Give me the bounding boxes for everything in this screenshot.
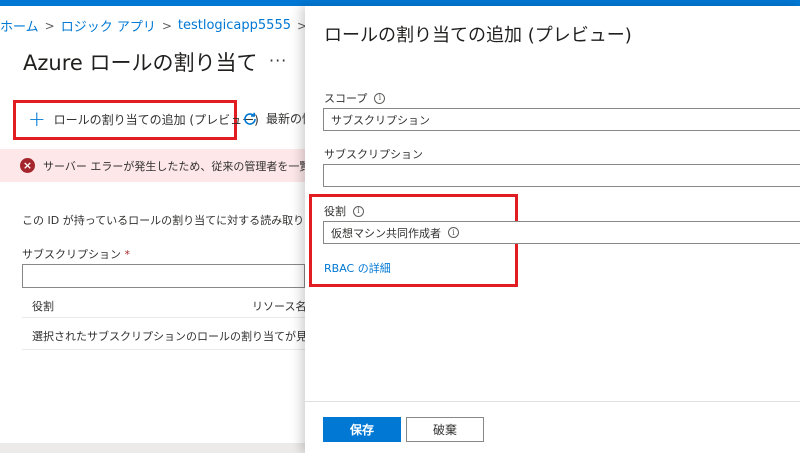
footer-divider <box>305 401 800 402</box>
save-button[interactable]: 保存 <box>323 417 401 442</box>
info-icon[interactable]: i <box>374 92 386 104</box>
panel-title: ロールの割り当ての追加 (プレビュー) <box>324 25 632 46</box>
add-role-assignment-button[interactable]: + ロールの割り当ての追加 (プレビュー) <box>28 107 259 131</box>
more-options-icon[interactable]: ··· <box>269 51 287 70</box>
empty-table-message: 選択されたサブスクリプションのロールの割り当てが見つかりませんでした <box>32 330 305 343</box>
subscription-label-text: サブスクリプション <box>22 248 121 261</box>
breadcrumb-home[interactable]: ホーム <box>0 16 39 35</box>
refresh-icon <box>244 112 256 125</box>
plus-icon: + <box>28 107 46 131</box>
horizontal-scrollbar[interactable] <box>0 443 305 453</box>
subscription-label: サブスクリプション * <box>22 246 130 262</box>
role-value: 仮想マシン共同作成者 <box>331 226 441 240</box>
breadcrumb-separator-icon: > <box>44 18 55 33</box>
breadcrumb: ホーム > ロジック アプリ > testlogicapp5555 > <box>0 16 313 35</box>
breadcrumb-separator-icon: > <box>161 18 172 33</box>
add-role-assignment-label: ロールの割り当ての追加 (プレビュー) <box>53 112 259 127</box>
description-text: この ID が持っているロールの割り当てに対する読み取りアクセス許可 <box>22 214 305 227</box>
scope-value: サブスクリプション <box>331 113 430 127</box>
error-notification-bar: × サーバー エラーが発生したため、従来の管理者を一覧表示できませんでした。 <box>0 149 305 182</box>
info-icon[interactable]: i <box>448 227 459 238</box>
breadcrumb-logic-apps[interactable]: ロジック アプリ <box>61 16 156 35</box>
scope-label: スコープ i <box>324 90 386 106</box>
role-dropdown[interactable]: 仮想マシン共同作成者 i <box>323 221 800 244</box>
error-icon: × <box>20 158 35 173</box>
header-divider <box>22 317 305 318</box>
discard-button[interactable]: 破棄 <box>406 417 484 442</box>
column-header-resource[interactable]: リソース名 <box>252 298 306 314</box>
page-title: Azure ロールの割り当て <box>23 51 258 75</box>
scope-dropdown[interactable]: サブスクリプション <box>323 108 800 131</box>
role-label-text: 役割 <box>324 205 346 218</box>
breadcrumb-app[interactable]: testlogicapp5555 <box>178 18 291 33</box>
subscription-field-label: サブスクリプション <box>324 146 423 162</box>
role-label: 役割 i <box>324 203 364 219</box>
subscription-field-label-text: サブスクリプション <box>324 148 423 161</box>
subscription-field-dropdown[interactable] <box>323 164 800 187</box>
role-assignments-blade: ホーム > ロジック アプリ > testlogicapp5555 > Azur… <box>0 6 362 453</box>
rbac-details-link[interactable]: RBAC の詳細 <box>324 260 391 276</box>
scope-label-text: スコープ <box>324 92 368 105</box>
required-marker: * <box>124 248 131 261</box>
row-divider <box>22 349 305 350</box>
error-message: サーバー エラーが発生したため、従来の管理者を一覧表示できませんでした。 <box>43 159 305 173</box>
subscription-dropdown[interactable] <box>22 264 305 288</box>
info-icon[interactable]: i <box>353 205 364 217</box>
add-role-assignment-panel: ロールの割り当ての追加 (プレビュー) スコープ i サブスクリプション サブス… <box>305 6 800 453</box>
column-header-role[interactable]: 役割 <box>32 298 54 314</box>
